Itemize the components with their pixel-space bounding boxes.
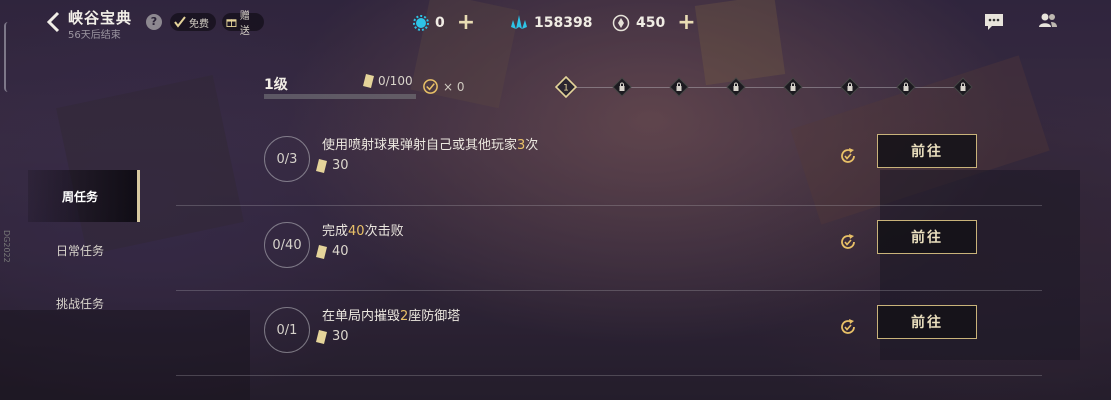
gift-badge-label: 赠送 (239, 11, 250, 37)
currency-crystal-value: 158398 (534, 15, 593, 31)
refresh-token-icon (423, 79, 438, 94)
level-label: 1级 (264, 77, 288, 93)
ticket-icon (316, 244, 327, 259)
level-xp-value: 0/100 (378, 74, 413, 88)
level-node-locked[interactable] (895, 76, 917, 98)
ticket-icon (316, 158, 327, 173)
refresh-quest-icon[interactable] (838, 232, 858, 252)
lock-icon (619, 86, 625, 91)
tab-challenge-tasks[interactable]: 挑战任务 (28, 277, 140, 329)
refresh-count-value: × 0 (443, 79, 465, 94)
side-watermark-text: DG2022 (2, 230, 11, 263)
quest-description: 完成40次击败 (322, 224, 404, 239)
check-icon (174, 16, 186, 28)
go-button[interactable]: 前往 (877, 134, 977, 168)
quest-reward-value: 30 (332, 158, 349, 173)
level-node-locked[interactable] (952, 76, 974, 98)
quest-reward: 30 (316, 329, 349, 344)
level-node-current[interactable]: 1 (554, 75, 578, 99)
friends-icon[interactable] (1038, 12, 1058, 30)
level-xp: 0/100 (363, 74, 413, 88)
tab-weekly-tasks[interactable]: 周任务 (28, 170, 140, 222)
back-arrow-icon[interactable] (46, 11, 62, 33)
quest-row: 0/3 使用喷射球果弹射自己或其他玩家3次 30 前往 (176, 120, 1042, 205)
free-badge-label: 免费 (189, 18, 209, 30)
quest-reward-value: 30 (332, 329, 349, 344)
gift-badge[interactable]: 赠送 (222, 11, 264, 37)
quest-row: 0/1 在单局内摧毁2座防御塔 30 前往 (176, 291, 1042, 376)
level-node-current-number: 1 (563, 84, 569, 94)
quest-progress: 0/1 (264, 307, 310, 353)
lock-icon (733, 86, 739, 91)
add-coin-button[interactable]: + (677, 12, 695, 34)
coin-icon (612, 14, 630, 32)
refresh-quest-icon[interactable] (838, 317, 858, 337)
currency-points: 0 + (413, 12, 475, 34)
quest-row: 0/40 完成40次击败 40 前往 (176, 206, 1042, 291)
lock-icon (676, 86, 682, 91)
blue-gear-icon (413, 15, 429, 31)
add-points-button[interactable]: + (457, 12, 475, 34)
lock-icon (847, 86, 853, 91)
currency-coin-value: 450 (636, 15, 666, 31)
level-node-locked[interactable] (725, 76, 747, 98)
quest-progress: 0/3 (264, 136, 310, 182)
gift-icon (226, 19, 237, 27)
lock-icon (960, 86, 966, 91)
chat-icon[interactable] (984, 13, 1004, 31)
level-progress-bar (264, 94, 416, 99)
refresh-quest-icon[interactable] (838, 146, 858, 166)
quest-description: 在单局内摧毁2座防御塔 (322, 309, 461, 324)
ticket-icon (363, 74, 374, 88)
level-node-locked[interactable] (782, 76, 804, 98)
season-remaining-text: 56天后结束 (68, 30, 121, 41)
go-button[interactable]: 前往 (877, 305, 977, 339)
left-edge-handle[interactable] (4, 22, 12, 92)
level-node-locked[interactable] (668, 76, 690, 98)
free-badge[interactable]: 免费 (170, 13, 216, 31)
quest-reward-value: 40 (332, 244, 349, 259)
quest-divider (176, 375, 1042, 376)
quest-reward: 30 (316, 158, 349, 173)
quest-description: 使用喷射球果弹射自己或其他玩家3次 (322, 138, 539, 153)
page-title: 峡谷宝典 (68, 9, 133, 27)
tab-daily-tasks[interactable]: 日常任务 (28, 224, 140, 276)
quest-progress: 0/40 (264, 222, 310, 268)
go-button[interactable]: 前往 (877, 220, 977, 254)
currency-points-value: 0 (435, 15, 445, 31)
help-icon[interactable]: ? (146, 14, 162, 30)
lock-icon (903, 86, 909, 91)
ticket-icon (316, 329, 327, 344)
crystal-icon (511, 15, 527, 29)
refresh-counter: × 0 (422, 78, 465, 95)
quest-highlight-number: 40 (348, 224, 365, 239)
lock-icon (790, 86, 796, 91)
level-node-locked[interactable] (611, 76, 633, 98)
currency-coin: 450 + (612, 12, 696, 34)
quest-reward: 40 (316, 244, 349, 259)
currency-crystal: 158398 (510, 13, 592, 33)
level-node-locked[interactable] (839, 76, 861, 98)
